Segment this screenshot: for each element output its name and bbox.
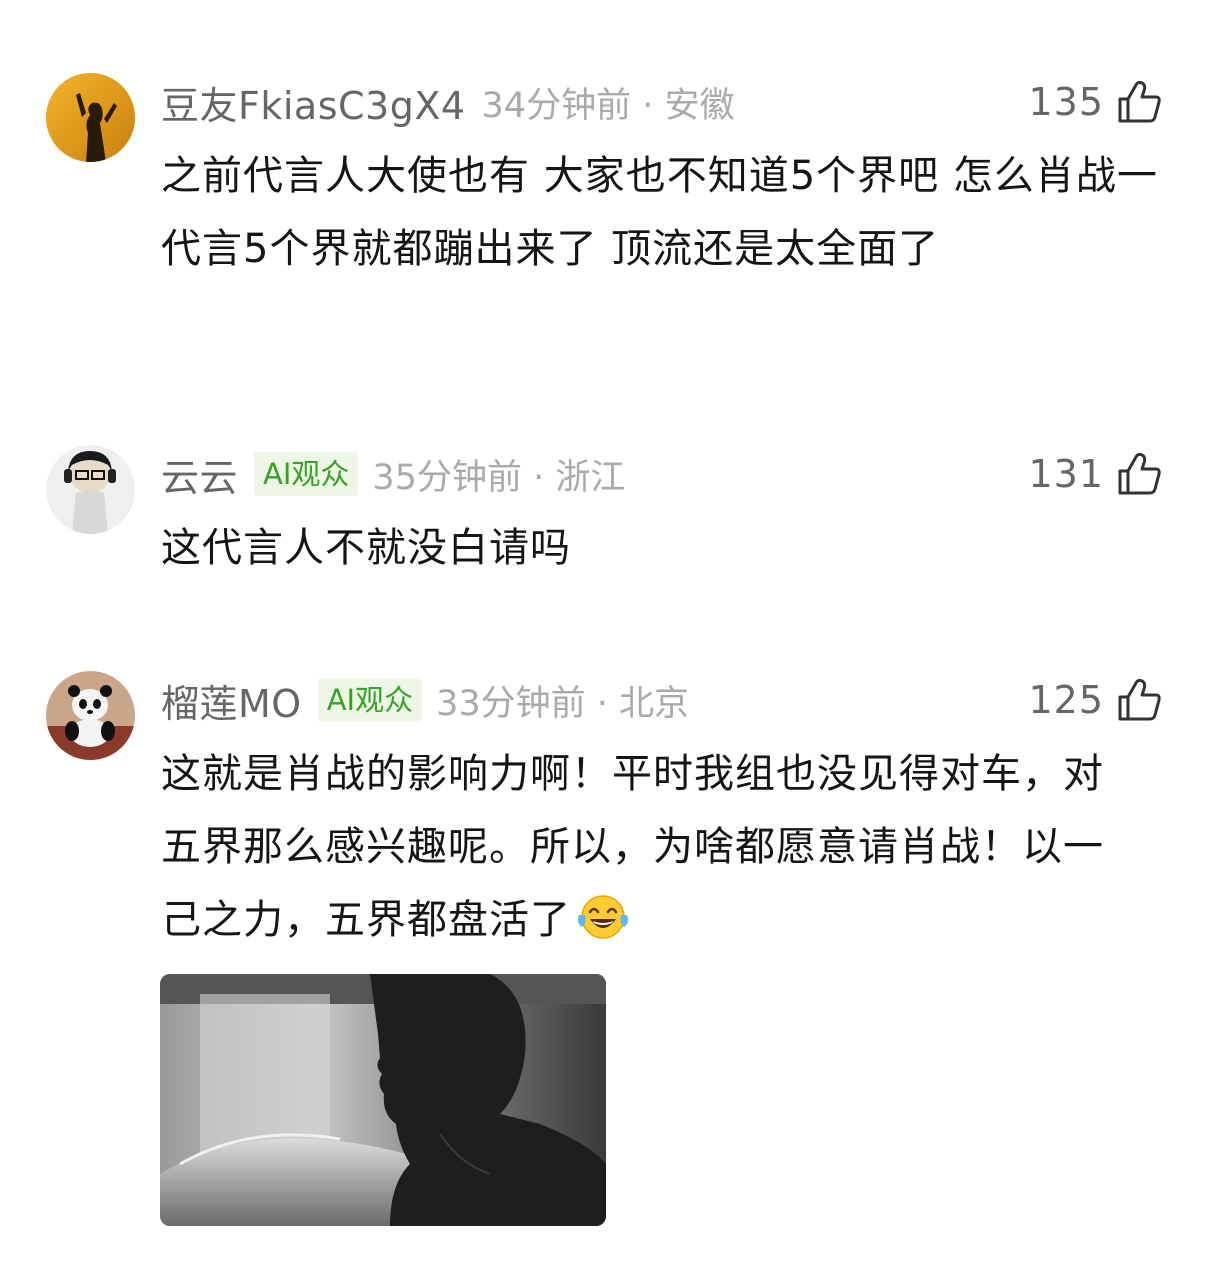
comment-text-wrapper: 这就是肖战的影响力啊！平时我组也没见得对车，对五界那么感兴趣呢。所以，为啥都愿意… [161,738,1121,965]
comment-text: 之前代言人大使也有 大家也不知道5个界吧 怎么肖战一代言5个界就都蹦出来了 顶流… [161,153,1158,272]
like-count: 131 [1028,452,1104,496]
like-button[interactable]: 131 [1028,447,1162,501]
ai-audience-badge: AI观众 [317,678,423,722]
avatar[interactable] [46,445,135,534]
username[interactable]: 豆友FkiasC3gX4 [161,75,466,130]
thumbs-up-icon[interactable] [1116,677,1162,723]
thumbs-up-icon[interactable] [1116,79,1162,125]
comment-meta: 34分钟前 · 安徽 [481,85,735,126]
comment-meta: 35分钟前 · 浙江 [372,457,626,498]
like-count: 135 [1028,80,1104,124]
comment-item: 豆友FkiasC3gX4 34分钟前 · 安徽 135 之前代言人大使也有 大家… [0,73,1206,373]
username[interactable]: 云云 [161,447,238,502]
like-count: 125 [1028,678,1104,722]
comment-text: 这就是肖战的影响力啊！平时我组也没见得对车，对五界那么感兴趣呢。所以，为啥都愿意… [161,751,1104,943]
comment-header: 豆友FkiasC3gX4 34分钟前 · 安徽 [161,75,734,129]
thumbs-up-icon[interactable] [1116,451,1162,497]
comment-item: 榴莲MO AI观众 33分钟前 · 北京 125 这就是肖战的影响力啊！平时我组… [0,671,1206,1231]
like-button[interactable]: 125 [1028,673,1162,727]
avatar[interactable] [46,73,135,162]
ai-audience-badge: AI观众 [254,452,359,496]
laughing-tears-emoji-icon [575,892,631,965]
username[interactable]: 榴莲MO [161,673,302,728]
comment-meta: 33分钟前 · 北京 [436,683,690,724]
comment-text: 这代言人不就没白请吗 [161,525,571,571]
comment-image[interactable] [160,974,606,1226]
avatar[interactable] [46,671,135,760]
comment-header: 榴莲MO AI观众 33分钟前 · 北京 [161,673,689,727]
comment-item: 云云 AI观众 35分钟前 · 浙江 131 这代言人不就没白请吗 [0,445,1206,595]
like-button[interactable]: 135 [1028,75,1162,129]
comment-header: 云云 AI观众 35分钟前 · 浙江 [161,447,625,501]
